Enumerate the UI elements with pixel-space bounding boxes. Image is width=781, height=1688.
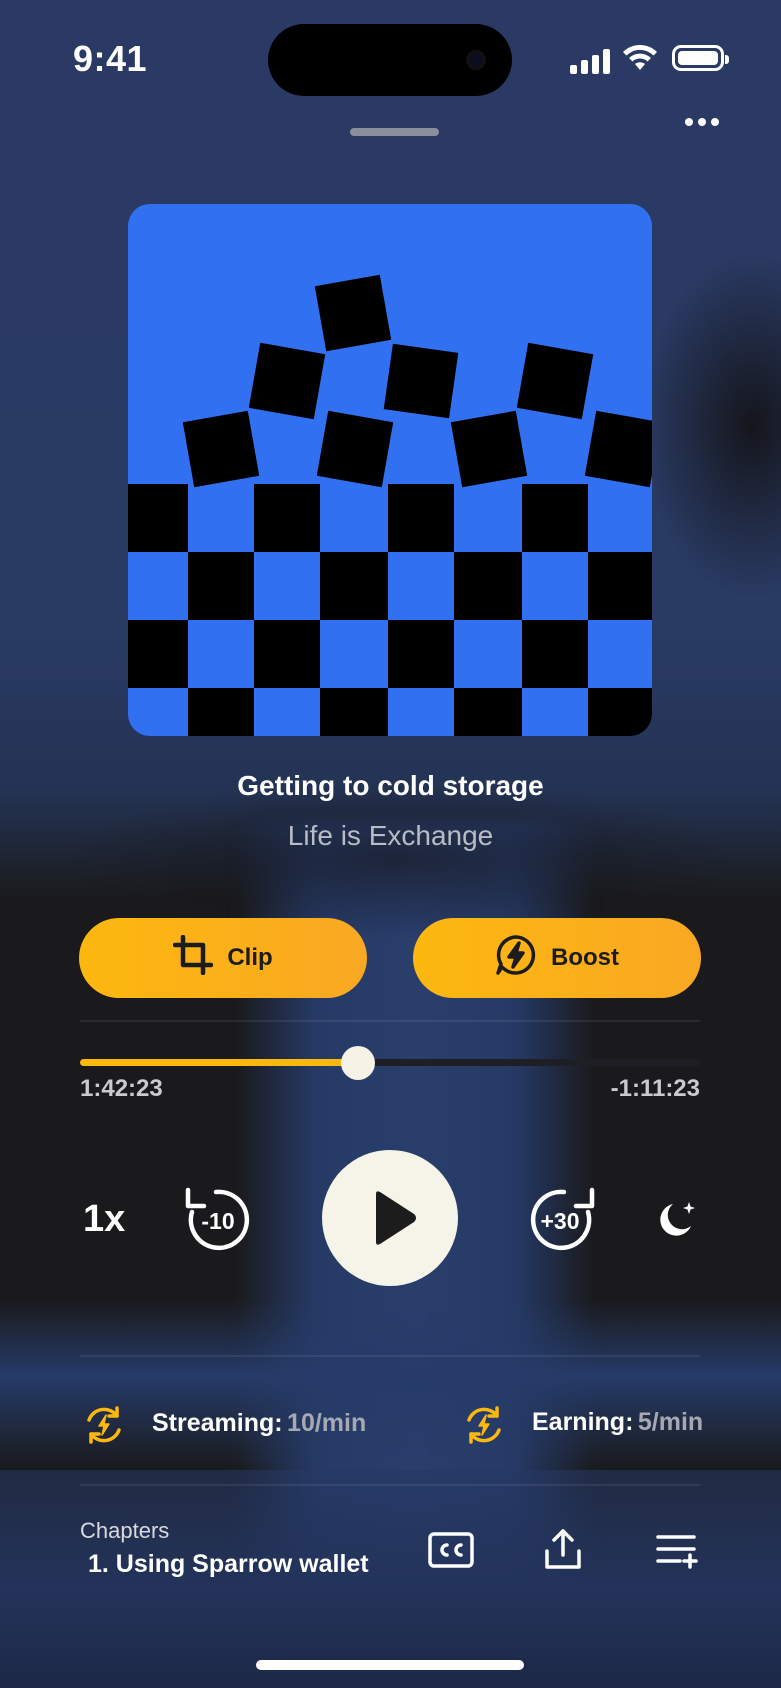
share-icon <box>545 1529 581 1569</box>
elapsed-time: 1:42:23 <box>80 1075 163 1102</box>
share-button[interactable] <box>543 1527 583 1571</box>
dynamic-island <box>268 24 512 96</box>
cellular-signal-icon <box>570 48 610 74</box>
boost-lightning-icon <box>495 934 537 983</box>
boost-button[interactable]: Boost <box>413 918 701 998</box>
rewind-button[interactable]: -10 <box>180 1184 252 1256</box>
streaming-value: 10/min <box>287 1409 367 1437</box>
clip-button[interactable]: Clip <box>79 918 367 998</box>
current-chapter[interactable]: 1. Using Sparrow wallet <box>88 1550 369 1579</box>
captions-button[interactable] <box>428 1532 474 1568</box>
add-to-queue-icon <box>656 1535 698 1569</box>
chapters-label[interactable]: Chapters <box>80 1518 169 1544</box>
forward-button[interactable]: +30 <box>528 1184 600 1256</box>
home-indicator[interactable] <box>256 1660 524 1670</box>
play-button[interactable] <box>322 1150 458 1286</box>
divider <box>80 1355 700 1357</box>
queue-button[interactable] <box>656 1533 698 1569</box>
streaming-icon <box>83 1404 125 1451</box>
more-options-icon[interactable] <box>685 118 719 126</box>
divider <box>80 1020 700 1022</box>
sleep-timer-button[interactable] <box>655 1198 699 1242</box>
episode-artwork <box>128 204 652 736</box>
progress-fill <box>80 1059 359 1066</box>
battery-icon <box>672 45 729 71</box>
podcast-name[interactable]: Life is Exchange <box>0 820 781 852</box>
status-time: 9:41 <box>73 38 148 79</box>
earning-stat: Earning: 5/min <box>532 1408 703 1437</box>
remaining-time: -1:11:23 <box>610 1075 700 1102</box>
crop-icon <box>173 934 214 982</box>
earning-label: Earning: <box>532 1408 634 1436</box>
streaming-stat: Streaming: 10/min <box>152 1409 366 1438</box>
moon-sparkle-icon <box>660 1202 695 1236</box>
playback-speed-button[interactable]: 1x <box>83 1198 125 1241</box>
episode-title: Getting to cold storage <box>237 770 544 801</box>
play-icon <box>376 1191 416 1245</box>
closed-captions-icon <box>428 1532 474 1568</box>
playback-scrubber[interactable] <box>80 1046 700 1080</box>
forward-label: +30 <box>540 1208 580 1234</box>
boost-button-label: Boost <box>551 944 619 971</box>
wifi-icon <box>622 44 658 77</box>
sheet-drag-handle[interactable] <box>350 128 439 136</box>
divider <box>80 1484 700 1486</box>
streaming-label: Streaming: <box>152 1409 283 1437</box>
rewind-label: -10 <box>201 1208 235 1234</box>
earning-icon <box>463 1404 505 1451</box>
earning-value: 5/min <box>637 1408 704 1436</box>
clip-button-label: Clip <box>227 944 273 971</box>
